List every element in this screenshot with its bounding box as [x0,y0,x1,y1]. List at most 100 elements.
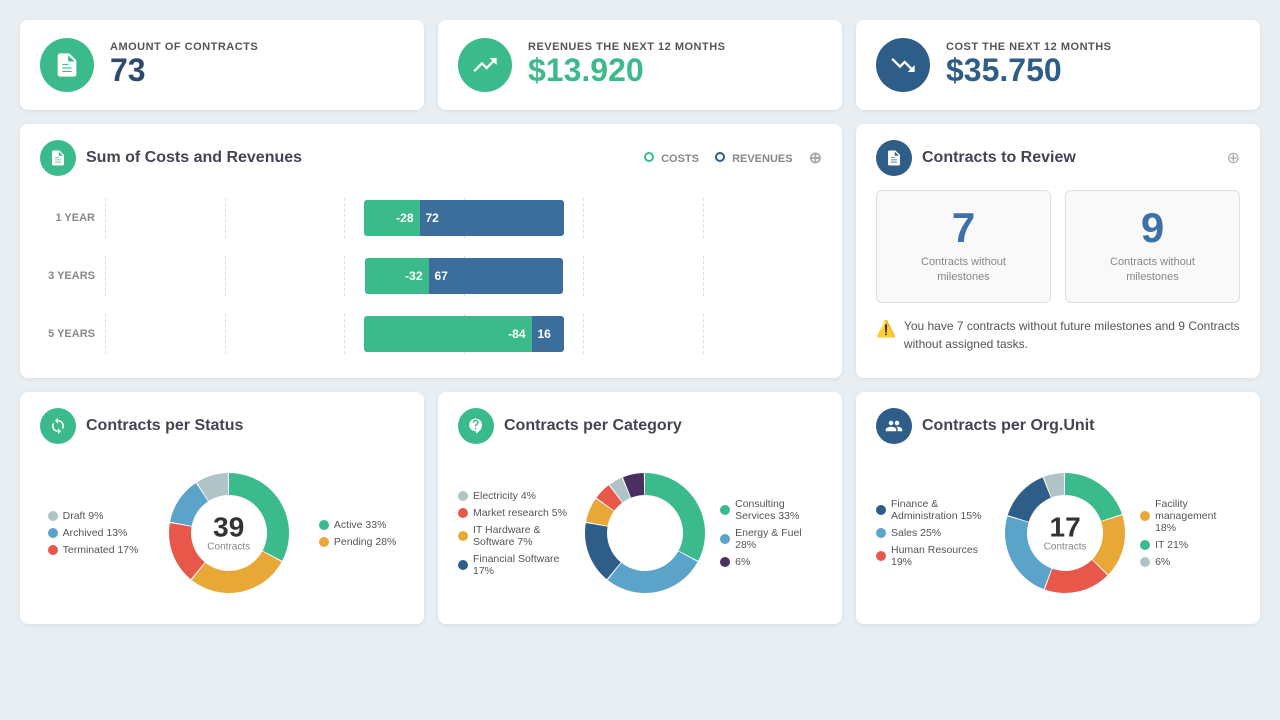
bar-label: 1 YEAR [40,212,95,224]
bar-label: 3 YEARS [40,270,95,282]
review-panel-icon [876,140,912,176]
bar-chart: 1 YEAR -2872 3 YEARS -3267 5 YEARS -8416 [40,190,822,362]
legend-it: IT 21% [1140,539,1240,551]
warning-icon: ⚠️ [876,318,896,342]
orgunit-panel-header: Contracts per Org.Unit [876,408,1240,444]
review-box-2: 9 Contracts withoutmilestones [1065,190,1240,303]
cat-6pct-dot [720,557,730,567]
ithardware-label: IT Hardware & Software 7% [473,524,570,548]
legend-org-6pct: 6% [1140,556,1240,568]
revenues-kpi-text: REVENUES THE NEXT 12 MONTHS $13.920 [528,41,725,88]
status-legend-right: Active 33% Pending 28% [319,519,396,548]
org-6pct-label: 6% [1155,556,1170,568]
status-donut-center: 39 Contracts [207,514,250,553]
costs-legend-label: COSTS [661,153,699,165]
legend-cat-6pct: 6% [720,556,822,568]
warning-text: You have 7 contracts without future mile… [904,317,1240,353]
bar-pos: 16 [532,316,564,352]
sum-panel-legend: COSTS REVENUES ⊕ [644,148,822,168]
legend-consulting: Consulting Services 33% [720,498,822,522]
energy-label: Energy & Fuel 28% [735,527,822,551]
terminated-dot [48,545,58,555]
sum-panel-title: Sum of Costs and Revenues [86,149,634,167]
bar-pos: 72 [420,200,564,236]
review-text-2: Contracts withoutmilestones [1082,255,1223,286]
kpi-contracts: AMOUNT OF CONTRACTS 73 [20,20,424,110]
review-number-1: 7 [893,207,1034,249]
bar-row: 3 YEARS -3267 [40,256,822,296]
legend-sales: Sales 25% [876,527,990,539]
legend-ithardware: IT Hardware & Software 7% [458,524,570,548]
consulting-label: Consulting Services 33% [735,498,822,522]
bar-container: -2872 [105,198,822,238]
facility-label: Facility management 18% [1155,498,1240,534]
kpi-costs: COST THE NEXT 12 MONTHS $35.750 [856,20,1260,110]
draft-label: Draft 9% [63,510,104,522]
category-panel-icon [458,408,494,444]
review-number-2: 9 [1082,207,1223,249]
review-panel-header: Contracts to Review ⊕ [876,140,1240,176]
financial-dot [458,560,468,570]
category-panel-header: Contracts per Category [458,408,822,444]
kpi-revenues: REVENUES THE NEXT 12 MONTHS $13.920 [438,20,842,110]
legend-financial: Financial Software 17% [458,553,570,577]
sum-panel-icon [40,140,76,176]
bar-neg: -32 [365,258,429,294]
org-6pct-dot [1140,557,1150,567]
active-dot [319,520,329,530]
orgunit-legend-left: Finance & Administration 15% Sales 25% H… [876,498,990,568]
revenues-legend-label: REVENUES [732,153,793,165]
dashboard: AMOUNT OF CONTRACTS 73 REVENUES THE NEXT… [20,20,1260,624]
pending-dot [319,537,329,547]
status-legend-left: Draft 9% Archived 13% Terminated 17% [48,510,139,556]
archived-label: Archived 13% [63,527,128,539]
status-donut-chart: 39 Contracts [154,458,304,608]
review-warning: ⚠️ You have 7 contracts without future m… [876,317,1240,353]
legend-active: Active 33% [319,519,396,531]
consulting-dot [720,505,730,515]
bar-container: -3267 [105,256,822,296]
category-donut-wrapper: Electricity 4% Market research 5% IT Har… [458,458,822,608]
bar-row: 5 YEARS -8416 [40,314,822,354]
status-panel-title: Contracts per Status [86,417,404,435]
orgunit-center-num: 17 [1044,514,1087,542]
revenues-value: $13.920 [528,53,725,88]
review-panel-title: Contracts to Review [922,149,1217,167]
category-panel-title: Contracts per Category [504,417,822,435]
target-icon[interactable]: ⊕ [809,148,822,168]
sales-dot [876,528,886,538]
orgunit-donut-chart: 17 Contracts [990,458,1140,608]
it-label: IT 21% [1155,539,1188,551]
legend-facility: Facility management 18% [1140,498,1240,534]
legend-pending: Pending 28% [319,536,396,548]
bar-inner: -3267 [105,258,822,294]
terminated-label: Terminated 17% [63,544,139,556]
orgunit-panel-icon [876,408,912,444]
draft-dot [48,511,58,521]
revenues-legend-dot [715,152,725,162]
review-target-icon[interactable]: ⊕ [1227,148,1240,168]
category-panel: Contracts per Category Electricity 4% Ma… [438,392,842,624]
review-text-1: Contracts withoutmilestones [893,255,1034,286]
category-legend-left: Electricity 4% Market research 5% IT Har… [458,490,570,577]
market-dot [458,508,468,518]
electricity-label: Electricity 4% [473,490,536,502]
legend-draft: Draft 9% [48,510,139,522]
sales-label: Sales 25% [891,527,941,539]
bar-neg: -28 [364,200,420,236]
finance-dot [876,505,886,515]
costs-icon [876,38,930,92]
orgunit-donut-wrapper: Finance & Administration 15% Sales 25% H… [876,458,1240,608]
ithardware-dot [458,531,468,541]
contracts-kpi-text: AMOUNT OF CONTRACTS 73 [110,41,258,88]
bar-container: -8416 [105,314,822,354]
status-center-label: Contracts [207,542,250,553]
legend-archived: Archived 13% [48,527,139,539]
legend-electricity: Electricity 4% [458,490,570,502]
bar-inner: -2872 [105,200,822,236]
bar-label: 5 YEARS [40,328,95,340]
review-box-1: 7 Contracts withoutmilestones [876,190,1051,303]
review-panel: Contracts to Review ⊕ 7 Contracts withou… [856,124,1260,378]
it-dot [1140,540,1150,550]
legend-market: Market research 5% [458,507,570,519]
